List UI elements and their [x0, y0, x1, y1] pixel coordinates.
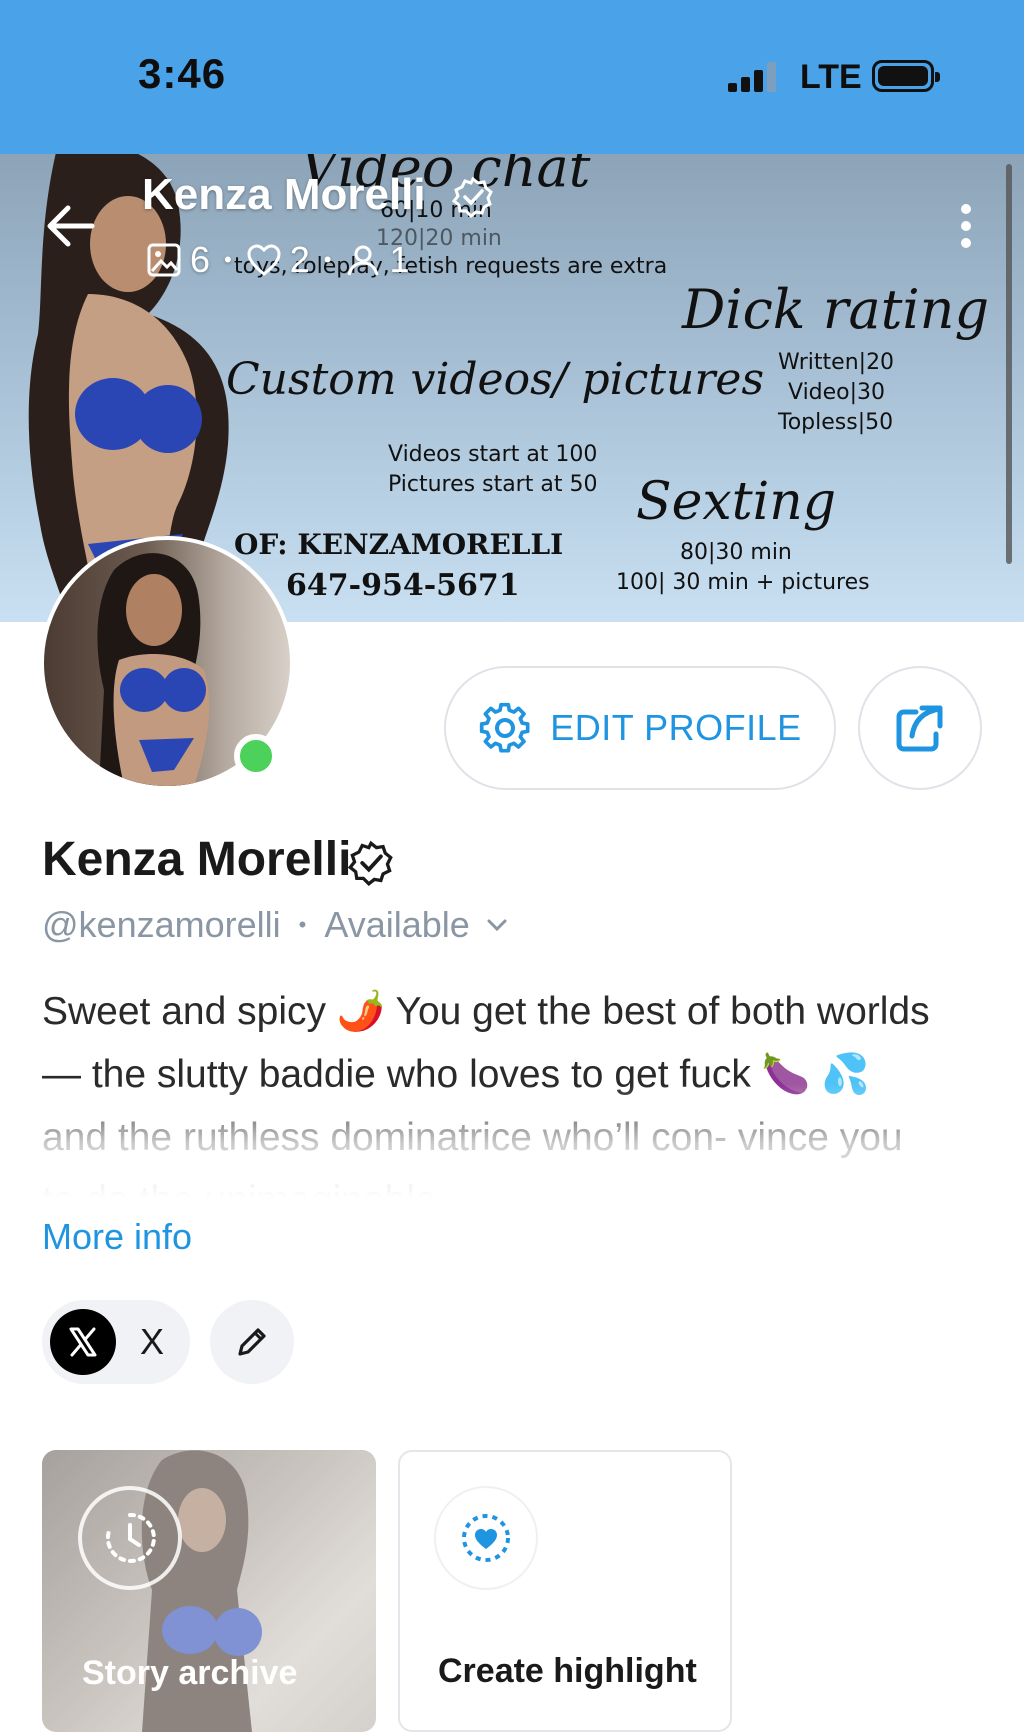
fans-icon	[348, 245, 379, 276]
profile-name: Kenza Morelli	[42, 833, 352, 886]
cover-custom-line-2: Pictures start at 50	[388, 472, 598, 497]
cover-dick-rating-line-1: Written|20	[778, 350, 895, 375]
heart-circle-icon	[462, 1514, 510, 1562]
gear-icon	[480, 702, 530, 753]
chevron-down-icon[interactable]	[484, 912, 510, 938]
battery-icon	[872, 60, 940, 92]
social-label-x: X	[140, 1321, 165, 1362]
media-count: 6	[190, 239, 211, 280]
edit-profile-button[interactable]: EDIT PROFILE	[444, 666, 836, 790]
cover-dick-rating-line-2: Video|30	[788, 380, 886, 405]
create-highlight-card[interactable]: Create highlight	[398, 1450, 732, 1732]
edit-profile-label: EDIT PROFILE	[550, 707, 802, 748]
story-archive-card[interactable]: Story archive	[42, 1450, 376, 1732]
cover-sexting-title: Sexting	[636, 472, 837, 532]
share-profile-button[interactable]	[858, 666, 982, 790]
cover-dick-rating-line-3: Topless|50	[778, 410, 894, 435]
cover-phone: 647-954-5671	[286, 568, 520, 603]
availability-dropdown[interactable]: Available	[324, 904, 469, 946]
more-options-icon[interactable]	[954, 204, 978, 254]
online-status-dot	[234, 734, 278, 778]
likes-count: 2	[289, 239, 310, 280]
cover-dick-rating-title: Dick rating	[682, 278, 990, 341]
cover-scrollbar	[1006, 164, 1012, 564]
status-bar: 3:46 LTE	[0, 0, 1024, 154]
signal-strength-icon	[728, 62, 780, 92]
cover-sexting-line-2: 100| 30 min + pictures	[616, 570, 870, 595]
x-logo-icon	[50, 1309, 116, 1375]
header-name: Kenza Morelli	[142, 170, 426, 219]
history-clock-icon	[105, 1512, 156, 1563]
verified-badge-icon	[348, 840, 393, 886]
verified-badge-icon	[452, 176, 493, 218]
more-info-link[interactable]: More info	[42, 1216, 192, 1258]
profile-bio: Sweet and spicy 🌶️ You get the best of b…	[42, 990, 930, 1198]
network-type: LTE	[800, 58, 862, 96]
cover-custom-title: Custom videos/ pictures	[226, 354, 765, 405]
story-archive-ring	[78, 1486, 182, 1590]
handle-row: @kenzamorelli • Available	[42, 904, 510, 946]
social-link-x[interactable]: X	[42, 1300, 190, 1384]
create-highlight-ring	[434, 1486, 538, 1590]
pencil-icon	[238, 1328, 266, 1356]
heart-icon	[247, 244, 281, 276]
story-archive-label: Story archive	[82, 1654, 298, 1692]
edit-socials-button[interactable]	[210, 1300, 294, 1384]
fans-count: 1	[389, 239, 410, 280]
share-icon	[896, 705, 943, 752]
back-arrow-icon[interactable]	[44, 200, 96, 252]
cover-sexting-line-1: 80|30 min	[680, 540, 792, 565]
media-icon	[147, 243, 181, 277]
profile-handle: @kenzamorelli	[42, 904, 281, 945]
cover-custom-line-1: Videos start at 100	[388, 442, 598, 467]
header-stats: 6 • 2 • 1	[146, 238, 410, 282]
status-time: 3:46	[138, 50, 227, 97]
cover-of-line: OF: KENZAMORELLI	[234, 528, 564, 561]
create-highlight-label: Create highlight	[438, 1652, 697, 1690]
